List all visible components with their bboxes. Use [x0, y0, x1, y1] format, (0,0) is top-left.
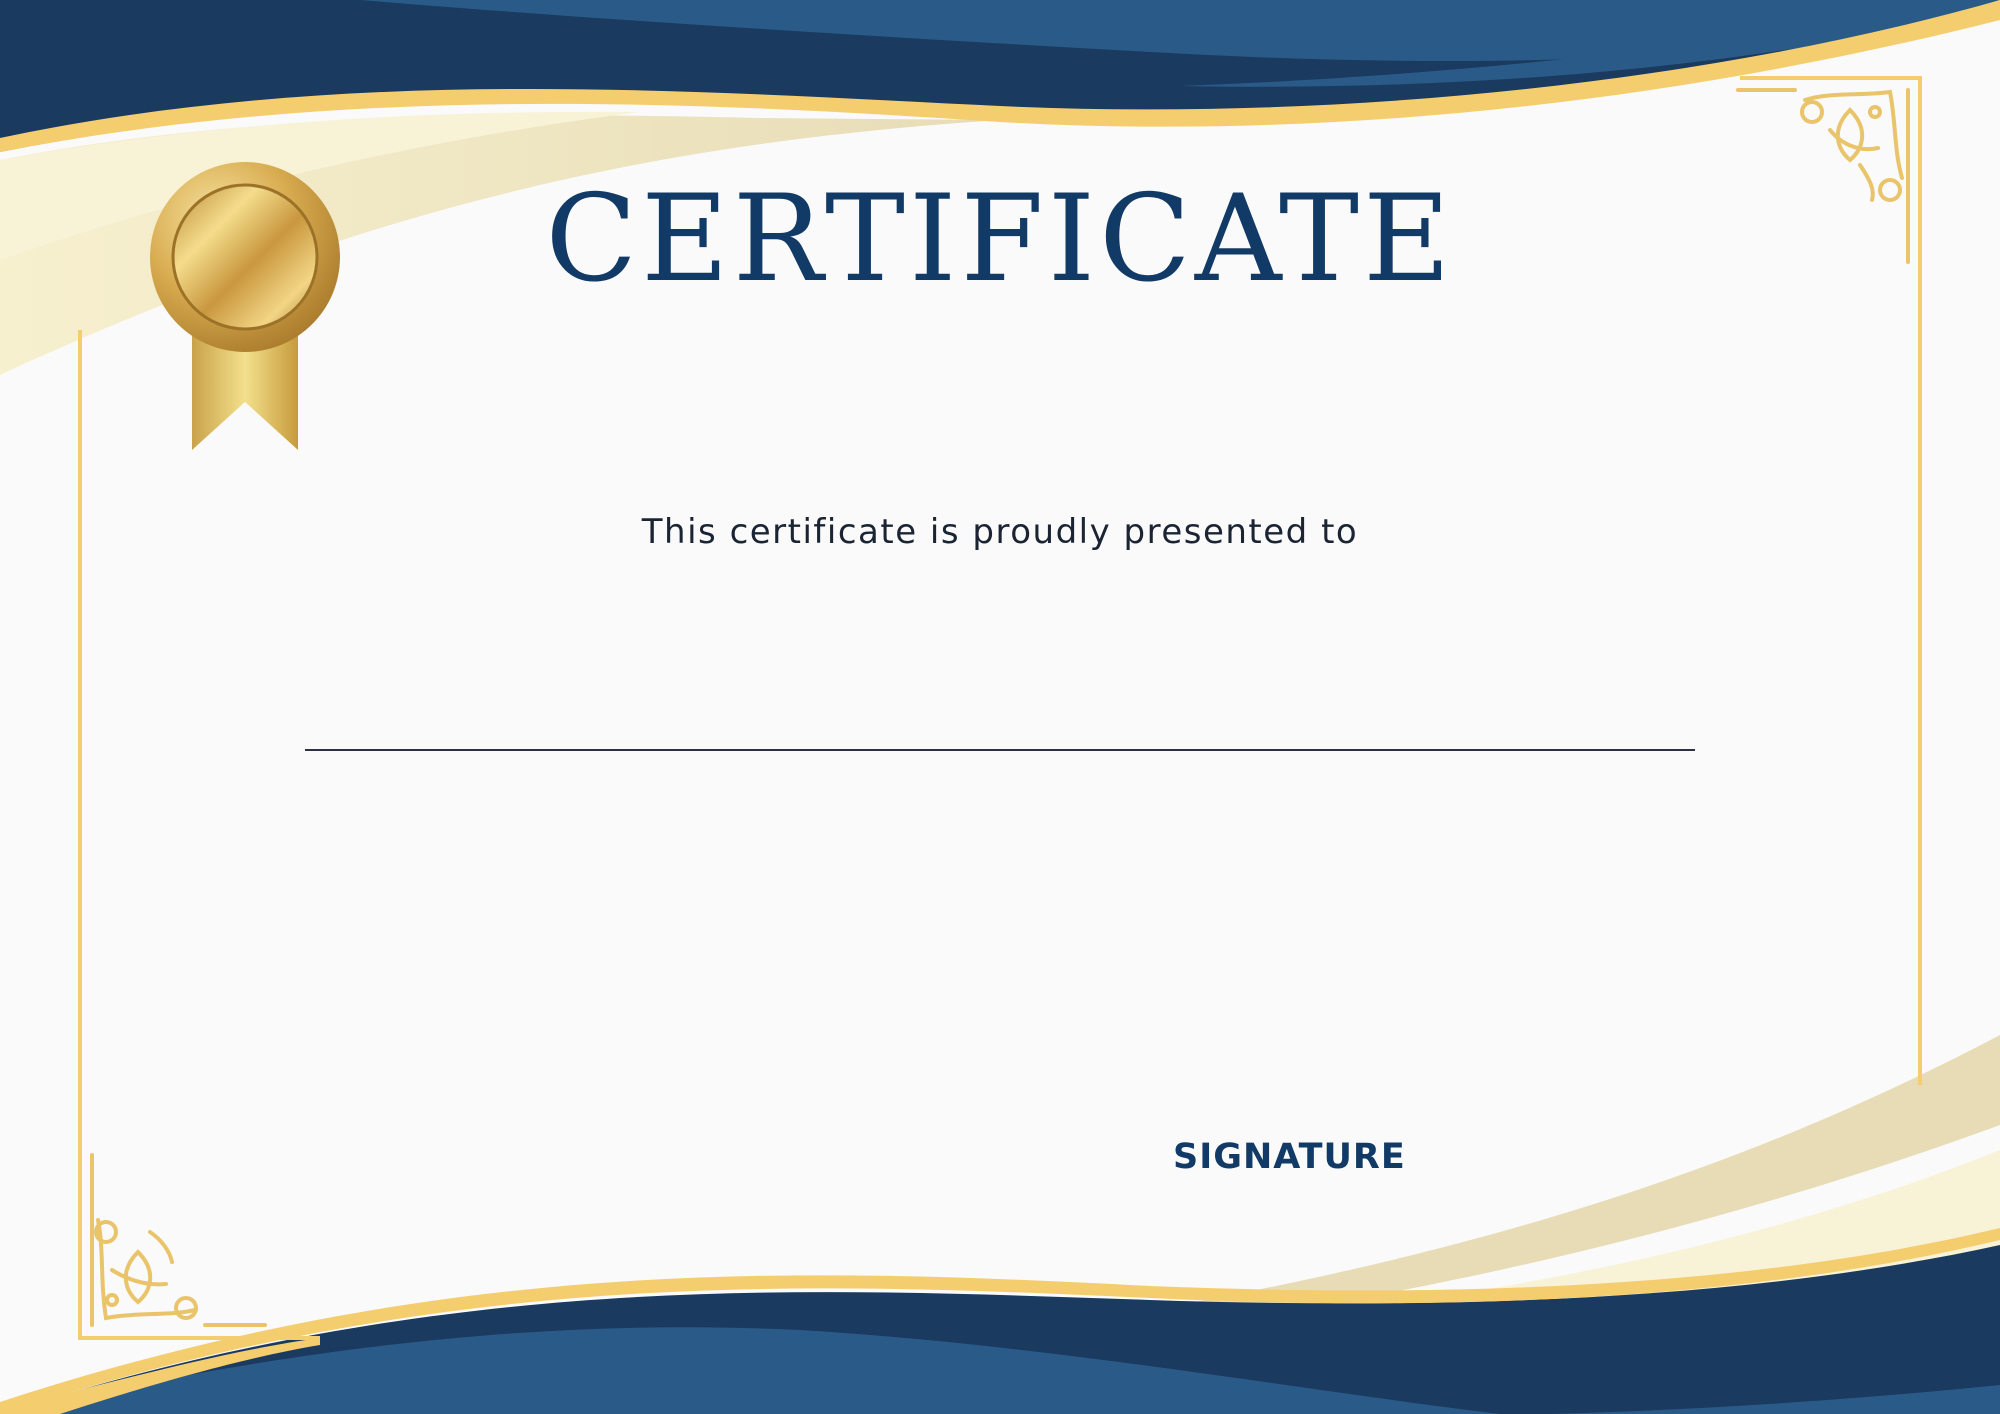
recipient-name-line [305, 749, 1695, 751]
corner-ornament-bottom-left [90, 1153, 267, 1327]
presented-to-text: This certificate is proudly presented to [641, 512, 1359, 552]
certificate-page: CERTIFICATE This certificate is proudly … [0, 0, 2000, 1414]
certificate-title: CERTIFICATE [545, 170, 1455, 309]
signature-label: SIGNATURE [1173, 1137, 1406, 1177]
